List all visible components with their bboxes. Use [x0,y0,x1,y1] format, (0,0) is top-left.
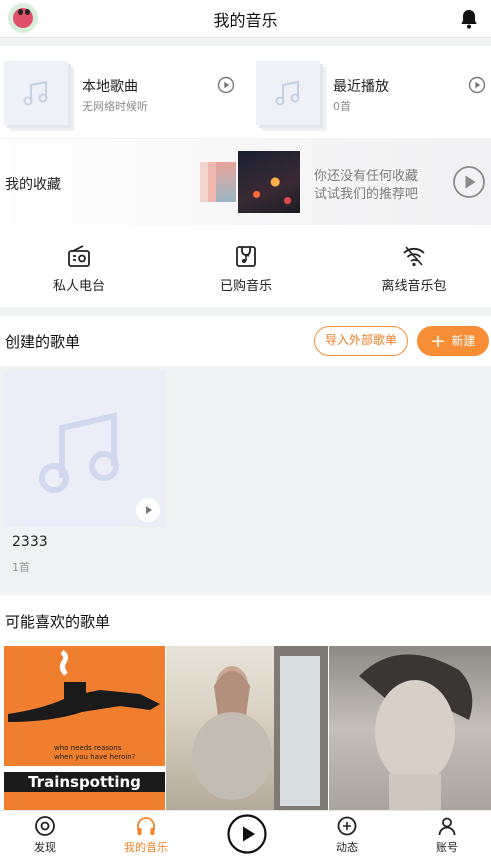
new-playlist-button[interactable]: + 新建 [417,326,489,356]
recommended-playlist-3[interactable] [329,646,491,810]
recommended-section: 可能喜欢的歌单 who needs reasons when you have … [0,595,491,810]
tab-discover[interactable]: 发现 [10,815,80,855]
feed-icon [337,816,357,836]
favorites-cover-image [238,151,300,213]
offline-pack-entry[interactable]: 离线音乐包 [349,243,479,294]
playlist-grid: 2333 1首 [0,366,491,586]
recent-play-cover [256,61,320,125]
playlist-count: 1首 [12,561,30,574]
poster-tagline-1: who needs reasons [54,744,122,752]
import-playlist-button[interactable]: 导入外部歌单 [314,326,408,356]
play-small-icon[interactable] [217,76,235,94]
headphones-icon [137,817,155,835]
poster-caption: Trainspotting [4,772,165,792]
created-section-title: 创建的歌单 [5,333,81,351]
created-playlists-section: 创建的歌单 导入外部歌单 + 新建 2333 1首 [0,316,491,586]
play-small-icon[interactable] [468,76,486,94]
page-title: 我的音乐 [213,11,278,30]
bell-icon[interactable] [457,7,481,31]
tab-account[interactable]: 账号 [412,815,482,855]
favorites-empty-line1: 你还没有任何收藏 [314,169,419,184]
tab-my-music-label: 我的音乐 [124,841,168,854]
app-header: 我的音乐 [0,0,491,38]
recommended-section-title: 可能喜欢的歌单 [5,613,111,631]
tab-feed-label: 动态 [336,841,358,854]
offline-pack-label: 离线音乐包 [381,279,447,294]
play-icon [146,506,152,514]
quick-entries: 私人电台 已购音乐 离线音乐包 [0,225,491,307]
plus-icon: + [430,331,446,352]
favorites-empty-line2: 试试我们的推荐吧 [314,187,419,202]
private-radio-entry[interactable]: 私人电台 [14,243,144,294]
top-cards: 本地歌曲 无网络时候听 最近播放 0首 [0,46,491,138]
poster-figure [8,649,160,722]
music-note-icon [23,80,48,106]
purchased-music-label: 已购音乐 [219,279,272,294]
offline-wifi-icon [403,246,425,267]
playlist-name: 2333 [12,534,48,550]
poster-tagline: who needs reasons when you have heroin? [54,744,135,762]
local-songs-cover [4,61,68,125]
purchased-music-entry[interactable]: 已购音乐 [181,243,311,294]
tab-feed[interactable]: 动态 [312,815,382,855]
favorites-banner[interactable]: 我的收藏 你还没有任何收藏 试试我们的推荐吧 [0,139,491,225]
local-songs-title: 本地歌曲 [82,79,138,95]
portrait-image [359,654,473,810]
play-circle-icon[interactable] [226,813,268,855]
account-icon [438,817,456,836]
private-radio-label: 私人电台 [52,279,105,294]
new-playlist-label: 新建 [451,334,476,348]
tab-my-music[interactable]: 我的音乐 [111,815,181,855]
local-songs-subtitle: 无网络时候听 [82,100,148,113]
tab-account-label: 账号 [436,841,458,854]
favorites-label: 我的收藏 [5,177,61,193]
recent-play-subtitle: 0首 [333,100,351,113]
radio-icon [68,245,90,267]
tab-discover-label: 发现 [34,841,56,854]
discover-icon [35,816,55,836]
bottom-tab-bar: 发现 我的音乐 动态 账号 [0,810,491,858]
recommended-playlist-1[interactable]: who needs reasons when you have heroin? … [4,646,165,810]
window-girl-image [192,646,328,810]
playlist-play-button[interactable] [136,498,160,522]
play-circle-icon[interactable] [452,165,486,199]
purchased-bag-icon [236,246,256,267]
poster-tagline-2: when you have heroin? [54,753,136,761]
recent-play-title: 最近播放 [333,79,389,95]
recommended-playlist-2[interactable] [166,646,328,810]
music-note-icon [275,80,300,106]
